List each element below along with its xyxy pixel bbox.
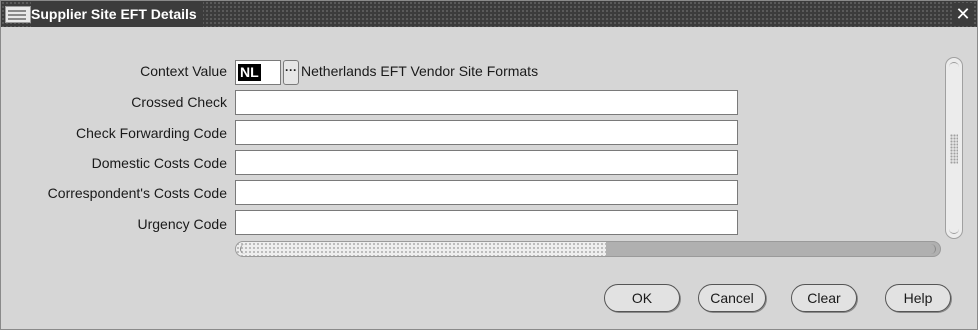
scroll-down-icon[interactable] — [949, 227, 959, 234]
crossed-check-field[interactable] — [235, 90, 738, 115]
horizontal-scroll-thumb[interactable] — [236, 242, 606, 256]
urgency-code-field[interactable] — [235, 210, 738, 235]
vertical-scrollbar[interactable] — [945, 57, 963, 239]
supplier-site-eft-details-window: Supplier Site EFT Details ✕ Context Valu… — [0, 0, 978, 330]
context-value-field[interactable]: NL — [235, 60, 281, 85]
close-icon[interactable]: ✕ — [953, 3, 973, 25]
context-value-text: NL — [238, 64, 261, 81]
ok-button[interactable]: OK — [604, 284, 680, 312]
crossed-check-label: Crossed Check — [131, 94, 227, 110]
check-forwarding-code-label: Check Forwarding Code — [76, 125, 227, 141]
ellipsis-icon[interactable]: ··· — [283, 60, 299, 85]
scroll-up-icon[interactable] — [949, 62, 959, 69]
domestic-costs-code-label: Domestic Costs Code — [91, 155, 227, 171]
help-button[interactable]: Help — [885, 284, 951, 312]
vertical-scroll-grip[interactable] — [950, 134, 958, 164]
clear-button[interactable]: Clear — [791, 284, 857, 312]
domestic-costs-code-field[interactable] — [235, 150, 738, 175]
urgency-code-label: Urgency Code — [137, 216, 228, 232]
correspondents-costs-code-field[interactable] — [235, 180, 738, 205]
correspondents-costs-code-label: Correspondent's Costs Code — [47, 185, 227, 201]
context-description: Netherlands EFT Vendor Site Formats — [301, 63, 539, 79]
scroll-left-icon[interactable] — [240, 244, 247, 254]
title-bar[interactable]: Supplier Site EFT Details ✕ — [1, 1, 977, 27]
cancel-button[interactable]: Cancel — [698, 284, 766, 312]
form-area: Context Value NL ··· Netherlands EFT Ven… — [1, 27, 977, 329]
check-forwarding-code-field[interactable] — [235, 120, 738, 145]
context-value-label: Context Value — [140, 63, 227, 79]
scroll-right-icon[interactable] — [929, 244, 936, 254]
window-title: Supplier Site EFT Details — [31, 1, 203, 27]
horizontal-scrollbar[interactable] — [235, 241, 941, 257]
oracle-form-icon — [5, 6, 31, 23]
